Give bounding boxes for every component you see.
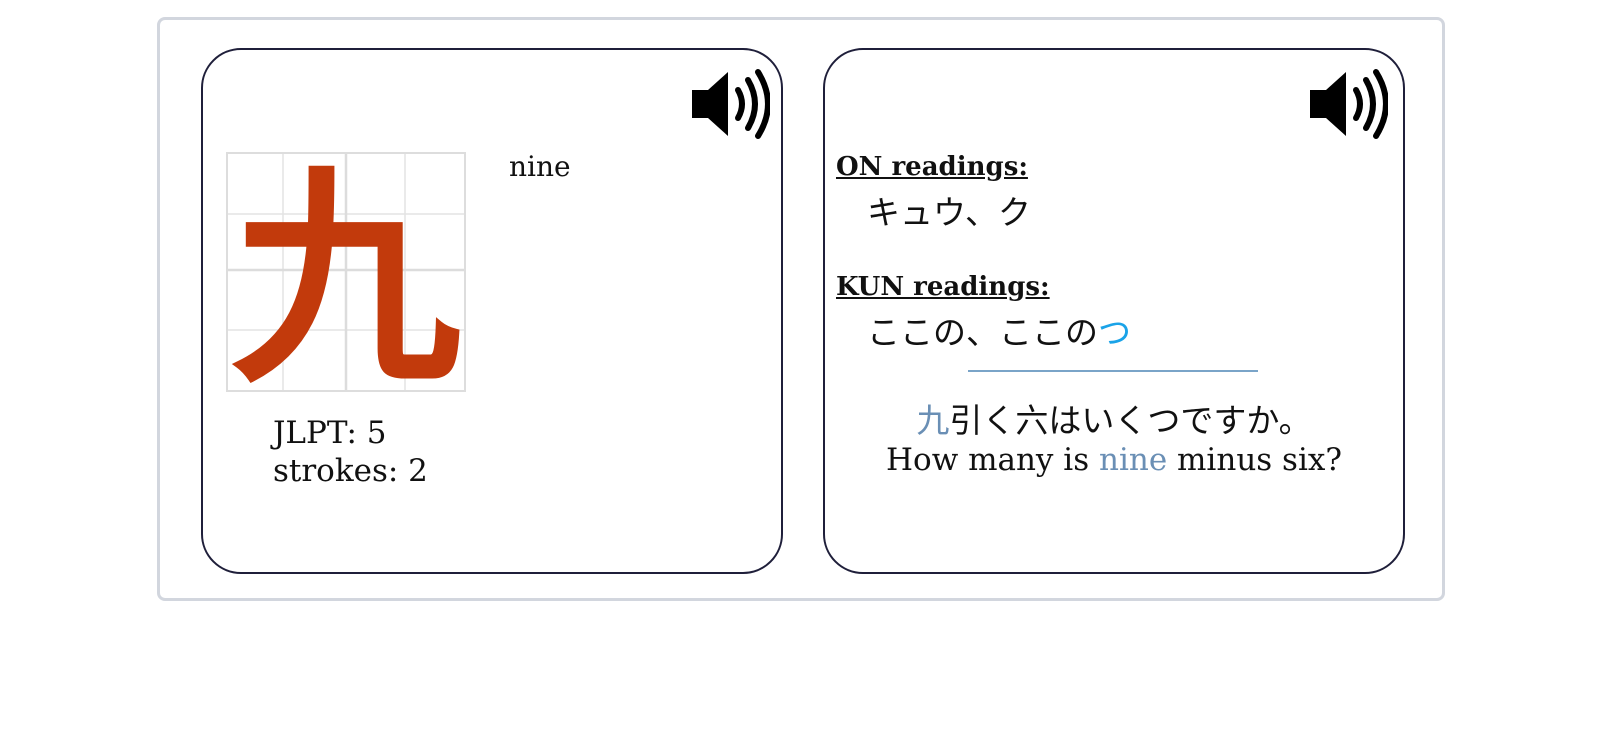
kanji-meta: JLPT: 5 strokes: 2 — [273, 414, 428, 490]
jlpt-level: JLPT: 5 — [273, 415, 387, 451]
kun-readings-values: ここの、ここのつ — [867, 306, 1131, 354]
kanji-card: 九 nine JLPT: 5 strokes: 2 — [201, 48, 783, 574]
kun-readings-okurigana: つ — [1098, 313, 1131, 352]
kanji-character: 九 — [231, 154, 461, 390]
divider — [968, 370, 1258, 372]
example-jp-highlight: 九 — [916, 401, 950, 440]
readings-card: ON readings: キュウ、ク KUN readings: ここの、ここの… — [823, 48, 1405, 574]
readings-audio-button[interactable] — [1308, 68, 1389, 140]
kanji-stroke-diagram: 九 — [226, 152, 466, 392]
on-readings-label: ON readings: — [836, 152, 1028, 182]
kun-readings-label: KUN readings: — [836, 272, 1050, 302]
example-en-highlight: nine — [1098, 442, 1168, 478]
example-sentence-japanese: 九引く六はいくつですか。 — [825, 394, 1403, 442]
speaker-icon — [1310, 69, 1389, 139]
example-jp-rest: 引く六はいくつですか。 — [949, 401, 1312, 440]
example-sentence-english: How many is nine minus six? — [825, 442, 1403, 478]
example-en-after: minus six? — [1167, 442, 1342, 478]
kanji-audio-button[interactable] — [690, 68, 771, 140]
stroke-count: strokes: 2 — [273, 453, 428, 489]
example-en-before: How many is — [886, 442, 1099, 478]
speaker-icon — [692, 69, 771, 139]
kanji-meaning: nine — [509, 150, 571, 183]
on-readings-values: キュウ、ク — [867, 193, 1032, 232]
kun-readings-main: ここの、ここの — [867, 313, 1098, 352]
